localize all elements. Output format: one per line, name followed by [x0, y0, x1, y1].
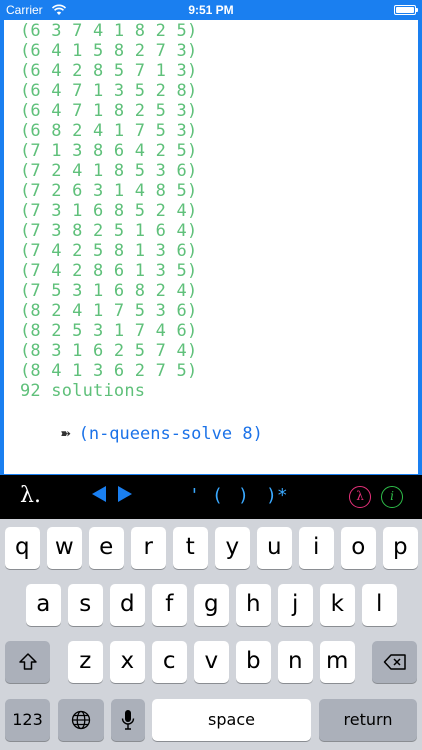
repl-input-line[interactable]: ➽ (n-queens-solve 8) [20, 404, 263, 464]
key-h[interactable]: h [236, 584, 271, 626]
microphone-icon [121, 710, 135, 730]
close-all-parens-button[interactable]: )* [266, 485, 288, 506]
output-line: (8 3 1 6 2 5 7 4) [20, 341, 198, 361]
repl-input-text[interactable]: (n-queens-solve 8) [79, 424, 263, 444]
key-y[interactable]: y [215, 527, 250, 569]
repl-output: (6 3 7 4 1 8 2 5) (6 4 1 5 8 2 7 3) (6 4 2… [20, 21, 197, 401]
key-p[interactable]: p [383, 527, 418, 569]
lambda-menu-button[interactable]: λ. [20, 483, 41, 508]
delete-key[interactable] [372, 641, 417, 683]
key-x[interactable]: x [110, 641, 145, 683]
output-line: 92 solutions [20, 381, 146, 401]
key-w[interactable]: w [47, 527, 82, 569]
key-f[interactable]: f [152, 584, 187, 626]
key-q[interactable]: q [5, 527, 40, 569]
battery-icon [394, 5, 418, 15]
key-t[interactable]: t [173, 527, 208, 569]
quote-button[interactable]: ' [189, 485, 200, 506]
key-g[interactable]: g [194, 584, 229, 626]
key-r[interactable]: r [131, 527, 166, 569]
key-l[interactable]: l [362, 584, 397, 626]
output-line: (8 4 1 3 6 2 7 5) [20, 361, 198, 381]
output-line: (8 2 4 1 7 5 3 6) [20, 301, 198, 321]
output-line: (6 4 7 1 3 5 2 8) [20, 81, 198, 101]
info-circle-button[interactable]: i [381, 486, 403, 508]
output-line: (8 2 5 3 1 7 4 6) [20, 321, 198, 341]
open-paren-button[interactable]: ( [212, 485, 223, 506]
shift-icon [18, 653, 37, 670]
output-line: (6 8 2 4 1 7 5 3) [20, 121, 198, 141]
close-paren-button[interactable]: ) [238, 485, 249, 506]
key-o[interactable]: o [341, 527, 376, 569]
output-line: (7 4 2 5 8 1 3 6) [20, 241, 198, 261]
cursor-left-button[interactable] [92, 486, 106, 502]
key-i[interactable]: i [299, 527, 334, 569]
accessory-toolbar: λ. ' ( ) )* λ i [0, 475, 422, 519]
cursor-right-button[interactable] [118, 486, 132, 502]
output-line: (6 4 7 1 8 2 5 3) [20, 101, 198, 121]
key-m[interactable]: m [320, 641, 355, 683]
key-u[interactable]: u [257, 527, 292, 569]
output-line: (7 4 2 8 6 1 3 5) [20, 261, 198, 281]
output-line: (6 4 2 8 5 7 1 3) [20, 61, 198, 81]
prompt-arrow-icon: ➽ [60, 424, 71, 443]
key-s[interactable]: s [68, 584, 103, 626]
key-j[interactable]: j [278, 584, 313, 626]
key-a[interactable]: a [26, 584, 61, 626]
keyboard: 123 space return qwertyuiop asdfghjkl zxcv… [0, 519, 422, 750]
key-z[interactable]: z [68, 641, 103, 683]
output-line: (7 3 1 6 8 5 2 4) [20, 201, 198, 221]
key-v[interactable]: v [194, 641, 229, 683]
globe-icon [71, 710, 91, 730]
output-line: (6 4 1 5 8 2 7 3) [20, 41, 198, 61]
key-k[interactable]: k [320, 584, 355, 626]
key-e[interactable]: e [89, 527, 124, 569]
output-line: (7 3 8 2 5 1 6 4) [20, 221, 198, 241]
space-key[interactable]: space [152, 699, 311, 741]
shift-key[interactable] [5, 641, 50, 683]
repl-console[interactable]: (6 3 7 4 1 8 2 5) (6 4 1 5 8 2 7 3) (6 4 2… [4, 20, 418, 474]
lambda-circle-button[interactable]: λ [349, 486, 371, 508]
clock: 9:51 PM [188, 3, 234, 17]
return-key[interactable]: return [319, 699, 417, 741]
output-line: (7 2 4 1 8 5 3 6) [20, 161, 198, 181]
delete-icon [383, 654, 406, 670]
key-n[interactable]: n [278, 641, 313, 683]
output-line: (7 5 3 1 6 8 2 4) [20, 281, 198, 301]
key-d[interactable]: d [110, 584, 145, 626]
microphone-key[interactable] [111, 699, 145, 741]
status-bar: Carrier 9:51 PM [0, 0, 422, 20]
output-line: (7 1 3 8 6 4 2 5) [20, 141, 198, 161]
key-c[interactable]: c [152, 641, 187, 683]
numbers-key[interactable]: 123 [5, 699, 50, 741]
output-line: (6 3 7 4 1 8 2 5) [20, 21, 198, 41]
key-b[interactable]: b [236, 641, 271, 683]
output-line: (7 2 6 3 1 4 8 5) [20, 181, 198, 201]
globe-key[interactable] [58, 699, 104, 741]
